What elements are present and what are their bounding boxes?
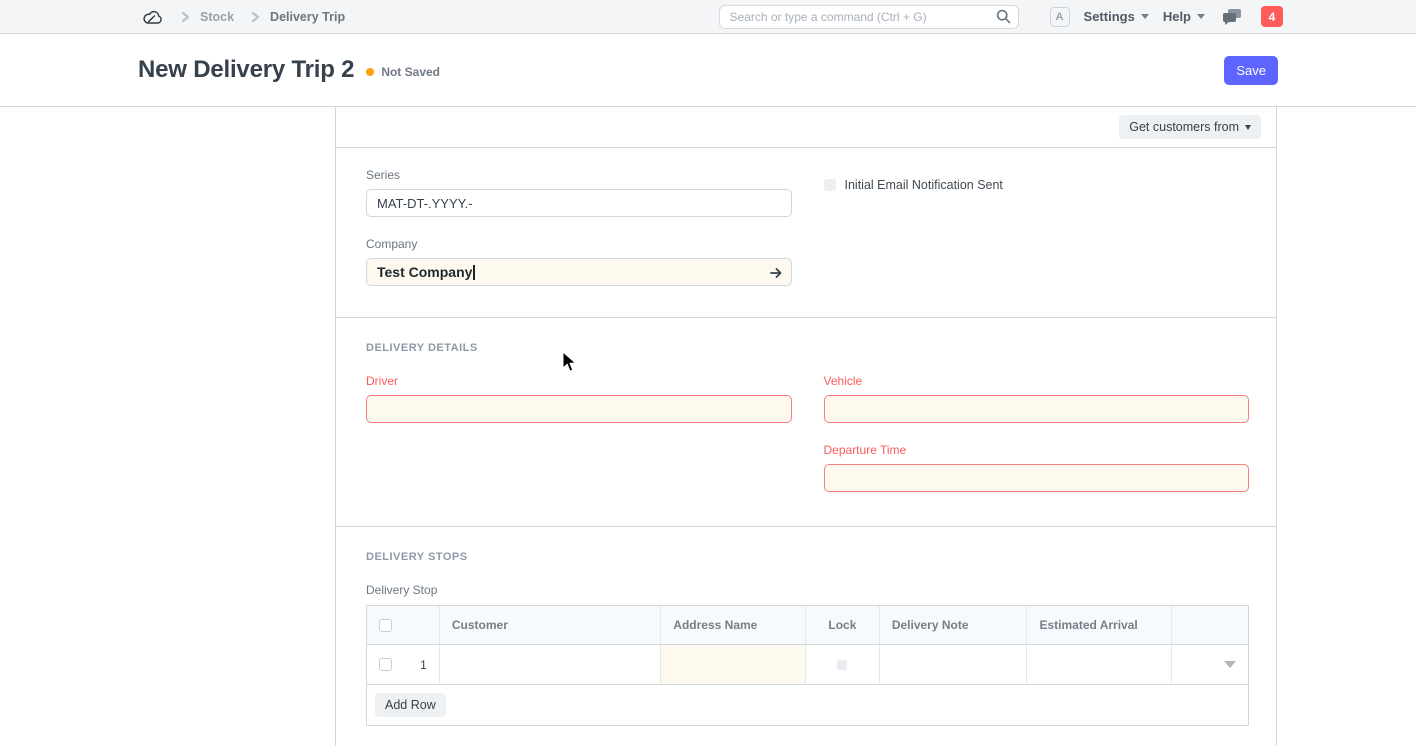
get-customers-from-label: Get customers from <box>1129 120 1239 134</box>
column-right: Initial Email Notification Sent <box>824 168 1250 306</box>
add-row-label: Add Row <box>385 698 436 712</box>
lock-checkbox[interactable] <box>837 660 847 670</box>
departure-time-label: Departure Time <box>824 443 1250 457</box>
status-indicator: Not Saved <box>366 65 440 79</box>
chevron-right-icon <box>248 10 262 24</box>
header-delivery-note: Delivery Note <box>880 606 1028 644</box>
follow-link-arrow-icon[interactable] <box>769 266 783 280</box>
search-icon[interactable] <box>996 9 1011 24</box>
breadcrumb-delivery-trip[interactable]: Delivery Trip <box>270 10 345 24</box>
settings-menu[interactable]: Settings <box>1084 9 1149 24</box>
header-customer: Customer <box>440 606 661 644</box>
grid-header-row: Customer Address Name Lock Delivery Note… <box>367 606 1248 645</box>
row-index: 1 <box>420 658 427 672</box>
field-company: Company Test Company <box>366 237 792 286</box>
section-delivery-stops: DELIVERY STOPS Delivery Stop Customer Ad… <box>336 527 1276 746</box>
form-card: Get customers from Series Company Test C… <box>335 107 1277 746</box>
breadcrumb-stock[interactable]: Stock <box>200 10 234 24</box>
app-logo-icon[interactable] <box>140 7 164 27</box>
cell-estimated-arrival[interactable] <box>1027 645 1172 684</box>
form-toolbar: Get customers from <box>336 107 1276 148</box>
notification-badge[interactable]: 4 <box>1261 6 1283 27</box>
series-label: Series <box>366 168 792 182</box>
avatar[interactable]: A <box>1050 7 1070 27</box>
email-notification-checkbox[interactable] <box>824 179 836 191</box>
page-body: Get customers from Series Company Test C… <box>0 107 1416 746</box>
column-left: Series Company Test Company <box>366 168 792 306</box>
status-text: Not Saved <box>381 65 440 79</box>
column-right: Vehicle Departure Time <box>824 374 1250 512</box>
departure-time-input[interactable] <box>824 464 1250 492</box>
title-block: New Delivery Trip 2 Not Saved <box>138 56 440 84</box>
select-all-checkbox[interactable] <box>379 619 392 632</box>
vehicle-input[interactable] <box>824 395 1250 423</box>
navbar-right: A Settings Help 4 <box>719 5 1283 29</box>
chevron-down-icon <box>1197 14 1205 19</box>
chevron-down-icon <box>1141 14 1149 19</box>
page-title: New Delivery Trip 2 <box>138 56 354 84</box>
column-left: Driver <box>366 374 792 512</box>
delivery-stop-grid-label: Delivery Stop <box>366 583 1249 597</box>
delivery-stops-heading: DELIVERY STOPS <box>366 551 1249 563</box>
header-select-cell <box>367 606 440 644</box>
get-customers-from-button[interactable]: Get customers from <box>1119 115 1261 139</box>
cell-row-actions <box>1172 645 1248 684</box>
field-initial-email-notification: Initial Email Notification Sent <box>824 178 1250 192</box>
text-cursor <box>473 265 475 280</box>
header-estimated-arrival: Estimated Arrival <box>1027 606 1172 644</box>
driver-input[interactable] <box>366 395 792 423</box>
navbar-left: Stock Delivery Trip <box>140 7 345 27</box>
driver-label: Driver <box>366 374 792 388</box>
help-menu[interactable]: Help <box>1163 9 1205 24</box>
section-delivery-details: DELIVERY DETAILS Driver Vehicle Departur… <box>336 318 1276 527</box>
save-button[interactable]: Save <box>1224 56 1278 85</box>
settings-label: Settings <box>1084 9 1135 24</box>
status-dot-icon <box>366 68 374 76</box>
field-driver: Driver <box>366 374 792 423</box>
vehicle-label: Vehicle <box>824 374 1250 388</box>
series-input[interactable] <box>366 189 792 217</box>
navbar: Stock Delivery Trip A Settings Help 4 <box>0 0 1416 34</box>
grid-footer: Add Row <box>367 685 1248 725</box>
row-expand-icon[interactable] <box>1224 661 1236 668</box>
delivery-stop-grid: Customer Address Name Lock Delivery Note… <box>366 605 1249 726</box>
email-notification-label: Initial Email Notification Sent <box>845 178 1003 192</box>
cell-delivery-note[interactable] <box>880 645 1028 684</box>
cell-lock <box>806 645 880 684</box>
company-label: Company <box>366 237 792 251</box>
company-value: Test Company <box>377 264 472 280</box>
header-lock: Lock <box>806 606 880 644</box>
field-departure-time: Departure Time <box>824 443 1250 492</box>
chevron-down-icon <box>1245 125 1251 130</box>
header-actions <box>1172 606 1248 644</box>
help-label: Help <box>1163 9 1191 24</box>
header-address-name: Address Name <box>661 606 806 644</box>
global-search <box>719 5 1019 29</box>
row-checkbox[interactable] <box>379 658 392 671</box>
row-select-cell: 1 <box>367 645 440 684</box>
search-input[interactable] <box>719 5 1019 29</box>
page-head: New Delivery Trip 2 Not Saved Save <box>0 34 1416 107</box>
company-input[interactable]: Test Company <box>366 258 792 286</box>
grid-row-1[interactable]: 1 <box>367 645 1248 685</box>
cell-address-name[interactable] <box>661 645 806 684</box>
chat-icon[interactable] <box>1222 8 1242 26</box>
chevron-right-icon <box>178 10 192 24</box>
cell-customer[interactable] <box>440 645 661 684</box>
add-row-button[interactable]: Add Row <box>375 693 446 717</box>
field-vehicle: Vehicle <box>824 374 1250 423</box>
section-main: Series Company Test Company <box>336 148 1276 318</box>
field-series: Series <box>366 168 792 217</box>
delivery-details-heading: DELIVERY DETAILS <box>366 342 1249 354</box>
